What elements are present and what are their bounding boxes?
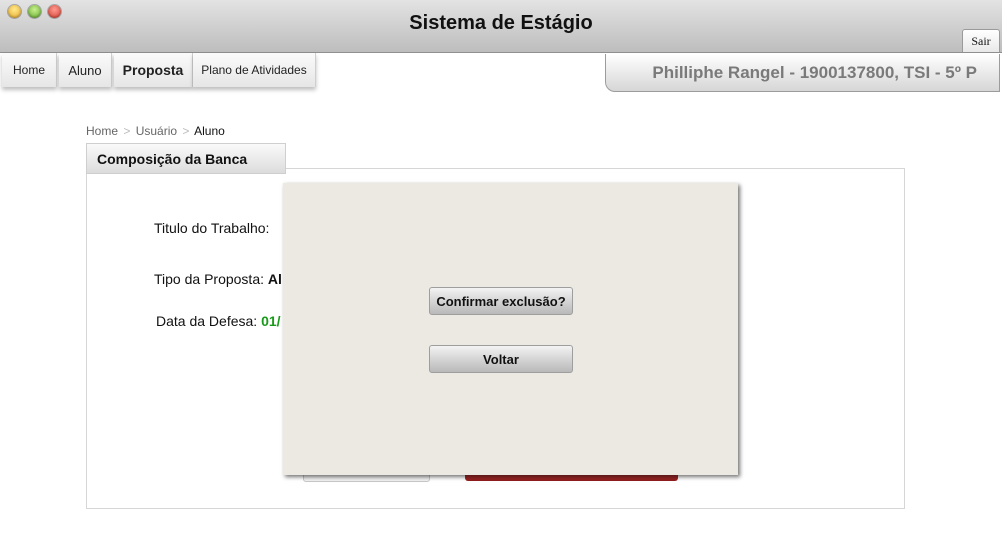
nav-tab-proposta[interactable]: Proposta <box>114 53 193 87</box>
section-title: Composição da Banca <box>86 143 286 174</box>
app-title: Sistema de Estágio <box>409 12 593 34</box>
logout-button[interactable]: Sair <box>962 29 1000 52</box>
tipo-proposta-value: Al <box>267 271 282 287</box>
user-info: Philliphe Rangel - 1900137800, TSI - 5º … <box>605 54 1000 92</box>
nav-tab-plano-de-atividades[interactable]: Plano de Atividades <box>193 53 316 87</box>
tipo-proposta-field: Tipo da Proposta: Al <box>154 271 282 287</box>
breadcrumb-separator: > <box>182 124 190 138</box>
back-button[interactable]: Voltar <box>429 345 573 373</box>
data-defesa-value: 01/ <box>261 313 281 329</box>
nav-tab-aluno[interactable]: Aluno <box>59 53 112 87</box>
breadcrumb: Home > Usuário > Aluno <box>86 124 225 138</box>
main-nav: Home Aluno Proposta Plano de Atividades <box>2 53 316 87</box>
nav-tab-home[interactable]: Home <box>2 53 57 87</box>
breadcrumb-separator: > <box>123 124 131 138</box>
confirm-delete-dialog: Confirmar exclusão? Voltar <box>283 183 738 475</box>
breadcrumb-usuario[interactable]: Usuário <box>136 124 177 138</box>
titulo-trabalho-label: Titulo do Trabalho: <box>154 220 270 236</box>
window-titlebar: Sistema de Estágio Sair <box>0 0 1002 53</box>
confirm-delete-button[interactable]: Confirmar exclusão? <box>429 287 573 315</box>
data-defesa-label: Data da Defesa: <box>156 313 258 329</box>
data-defesa-field: Data da Defesa: 01/ <box>156 313 281 329</box>
breadcrumb-current: Aluno <box>194 124 225 138</box>
breadcrumb-home[interactable]: Home <box>86 124 118 138</box>
tipo-proposta-label: Tipo da Proposta: <box>154 271 264 287</box>
